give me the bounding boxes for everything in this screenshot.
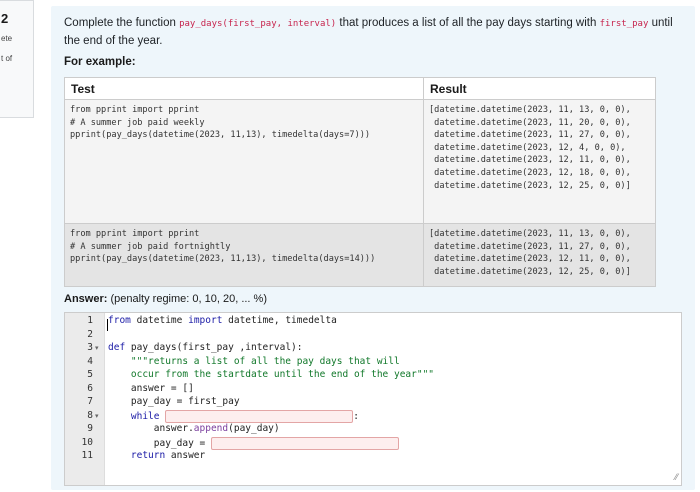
result-code: [datetime.datetime(2023, 11, 13, 0, 0), … bbox=[429, 229, 631, 277]
code-line[interactable]: occur from the startdate until the end o… bbox=[108, 369, 434, 380]
result-cell: [datetime.datetime(2023, 11, 13, 0, 0), … bbox=[423, 99, 656, 224]
table-row: from pprint import pprint # A summer job… bbox=[64, 223, 656, 287]
code-text: pay_day = bbox=[108, 437, 211, 449]
code-text: datetime, timedelta bbox=[222, 315, 337, 326]
resize-handle-icon[interactable]: ⁄⁄ bbox=[675, 472, 678, 482]
result-cell: [datetime.datetime(2023, 11, 13, 0, 0), … bbox=[423, 223, 656, 287]
keyword: from bbox=[108, 315, 131, 326]
keyword: return bbox=[108, 450, 166, 461]
code-line[interactable]: answer = [] bbox=[108, 383, 194, 394]
function-signature-code: pay_days(first_pay, interval) bbox=[179, 19, 337, 29]
code-text: : bbox=[353, 410, 359, 422]
line-number: 2 bbox=[87, 328, 93, 340]
code-line[interactable]: return answer bbox=[108, 450, 205, 461]
code-text: answer bbox=[165, 450, 206, 461]
pay-day-update-input[interactable] bbox=[210, 436, 399, 450]
result-column-header: Result bbox=[423, 77, 656, 100]
method-name: append bbox=[193, 423, 229, 434]
code-line[interactable]: def pay_days(first_pay ,interval): bbox=[108, 342, 302, 353]
line-number: 5 bbox=[87, 369, 93, 380]
code-editor[interactable]: 1 2 3 ▾ 4 5 6 7 8 ▾ 9 10 11 from datetim… bbox=[64, 312, 682, 486]
question-info-panel: 2 ete t of bbox=[0, 0, 34, 118]
code-text: pay_days(first_pay ,interval): bbox=[125, 342, 303, 353]
result-code: [datetime.datetime(2023, 11, 13, 0, 0), … bbox=[429, 105, 631, 191]
fold-toggle-icon[interactable]: ▾ bbox=[95, 412, 99, 420]
keyword: while bbox=[108, 410, 160, 422]
question-text: Complete the function pay_days(first_pay… bbox=[64, 15, 684, 50]
question-text-mid: that produces a list of all the pay days… bbox=[336, 17, 600, 29]
penalty-regime: (penalty regime: 0, 10, 20, ... %) bbox=[110, 293, 267, 305]
line-number: 1 bbox=[87, 315, 93, 326]
code-line[interactable]: pay_day = bbox=[108, 436, 399, 450]
question-text-pre: Complete the function bbox=[64, 17, 180, 29]
code-line[interactable]: """returns a list of all the pay days th… bbox=[108, 356, 400, 367]
first-pay-code: first_pay bbox=[599, 19, 649, 29]
line-number: 10 bbox=[81, 436, 93, 448]
test-cell: from pprint import pprint # A summer job… bbox=[64, 99, 424, 224]
table-row: from pprint import pprint # A summer job… bbox=[64, 99, 656, 224]
code-text: (pay_day) bbox=[228, 423, 280, 434]
test-code: from pprint import pprint # A summer job… bbox=[70, 105, 371, 141]
question-number: 2 bbox=[1, 11, 9, 26]
test-code: from pprint import pprint # A summer job… bbox=[70, 229, 376, 265]
question-state: ete bbox=[1, 34, 13, 43]
code-line[interactable]: from datetime import datetime, timedelta bbox=[108, 315, 337, 326]
line-number: 3 bbox=[87, 342, 93, 353]
line-number: 8 bbox=[87, 409, 93, 421]
for-example-heading: For example: bbox=[64, 56, 136, 68]
line-number: 11 bbox=[81, 450, 93, 461]
line-number: 9 bbox=[87, 423, 93, 434]
examples-header-row: Test Result bbox=[64, 77, 656, 100]
line-number: 7 bbox=[87, 396, 93, 407]
answer-label: Answer: (penalty regime: 0, 10, 20, ... … bbox=[64, 293, 267, 305]
while-condition-input[interactable] bbox=[165, 409, 354, 423]
code-text: answer. bbox=[108, 423, 194, 434]
code-line[interactable]: answer.append(pay_day) bbox=[108, 423, 280, 434]
examples-table: Test Result from pprint import pprint # … bbox=[64, 77, 656, 287]
answer-label-text: Answer: bbox=[64, 293, 108, 305]
code-text: datetime bbox=[130, 315, 189, 326]
test-cell: from pprint import pprint # A summer job… bbox=[64, 223, 424, 287]
fold-toggle-icon[interactable]: ▾ bbox=[95, 344, 99, 352]
keyword: import bbox=[188, 315, 223, 326]
line-number-gutter: 1 2 3 ▾ 4 5 6 7 8 ▾ 9 10 11 bbox=[65, 313, 105, 485]
code-line[interactable]: pay_day = first_pay bbox=[108, 396, 240, 407]
code-line[interactable]: while : bbox=[108, 409, 359, 423]
test-column-header: Test bbox=[64, 77, 424, 100]
keyword: def bbox=[108, 342, 126, 353]
line-number: 4 bbox=[87, 355, 93, 367]
line-number: 6 bbox=[87, 382, 93, 394]
question-panel: Complete the function pay_days(first_pay… bbox=[51, 6, 695, 490]
question-grade: t of bbox=[1, 54, 13, 63]
